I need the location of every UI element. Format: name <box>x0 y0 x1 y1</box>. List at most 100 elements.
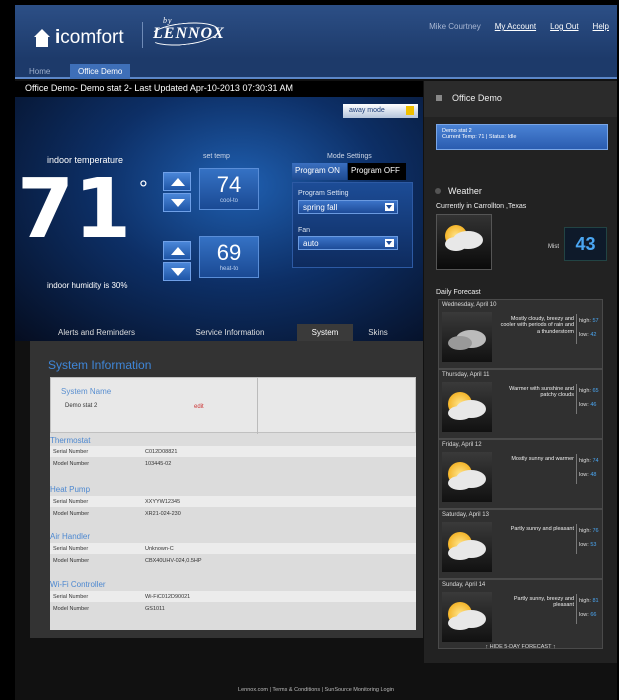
logout-link[interactable]: Log Out <box>550 22 578 31</box>
help-link[interactable]: Help <box>593 22 609 31</box>
hide-forecast-link[interactable]: ↑ HIDE 5-DAY FORECAST ↑ <box>424 644 617 650</box>
row-value: Wi-FiC012D90021 <box>145 594 191 600</box>
tab-home[interactable]: Home <box>21 64 58 79</box>
low-value: 42 <box>590 332 597 338</box>
cool-to-label: cool-to <box>219 198 238 204</box>
cool-down-button[interactable] <box>163 193 191 212</box>
page: i comfort by LENNOX Mike Courtney My Acc… <box>15 5 617 700</box>
stat-current-temp: Current Temp: 71 <box>442 134 485 140</box>
forecast-low: low: 48 <box>579 472 596 478</box>
high-value: 76 <box>592 528 599 534</box>
low-label: low: <box>579 332 589 338</box>
row-key: Serial Number <box>53 499 89 505</box>
system-name-box: System Name Demo stat 2 edit <box>50 377 416 434</box>
indoor-temp-value: 71 <box>17 162 132 257</box>
logo-text: comfort <box>60 27 124 48</box>
bottom-tabs: Alerts and Reminders Service Information… <box>30 324 423 341</box>
forecast-high: high: 76 <box>579 528 599 534</box>
forecast-day-name: Wednesday, April 10 <box>442 302 497 308</box>
high-label: high: <box>579 388 591 394</box>
forecast-day-name: Friday, April 12 <box>442 442 482 448</box>
fan-select[interactable]: auto <box>298 236 398 250</box>
high-value: 65 <box>592 388 599 394</box>
forecast-divider <box>576 524 577 554</box>
cool-to-value: 74 <box>216 172 242 197</box>
forecast-description: Mostly cloudy, breezy and cooler with pe… <box>500 316 574 335</box>
row-value: 103445-02 <box>145 461 172 467</box>
tab-service-info[interactable]: Service Information <box>163 324 297 341</box>
forecast-high: high: 57 <box>579 318 599 324</box>
partly-sunny-icon <box>442 592 492 642</box>
lennox-logo: by LENNOX <box>148 16 225 49</box>
row-key: Model Number <box>53 606 90 612</box>
daily-forecast-title: Daily Forecast <box>436 289 481 296</box>
high-label: high: <box>579 318 591 324</box>
tab-system[interactable]: System <box>297 324 353 341</box>
forecast-day-name: Saturday, April 13 <box>442 512 489 518</box>
row-key: Model Number <box>53 461 90 467</box>
program-setting-select[interactable]: spring fall <box>298 200 398 214</box>
mist-weather-icon <box>436 214 492 270</box>
cool-arrows <box>163 172 193 214</box>
table-row: Model Number GS1011 <box>50 603 416 614</box>
program-off-button[interactable]: Program OFF <box>348 163 406 180</box>
location-title: Office Demo <box>452 93 502 103</box>
low-label: low: <box>579 612 589 618</box>
wifi-controller-heading: Wi-Fi Controller <box>50 580 106 589</box>
forecast-day: Thursday, April 11 Warmer with sunshine a… <box>438 369 603 439</box>
user-name: Mike Courtney <box>429 22 481 31</box>
footer-links[interactable]: Lennox.com | Terms & Conditions | SunSou… <box>15 687 617 693</box>
stat-card[interactable]: Demo stat 2 Current Temp: 71 | Status: I… <box>436 124 608 150</box>
program-on-button[interactable]: Program ON <box>292 163 347 180</box>
forecast-divider <box>576 384 577 414</box>
heat-arrows <box>163 241 193 283</box>
away-mode-label: away mode <box>349 107 385 114</box>
forecast-low: low: 53 <box>579 542 596 548</box>
partly-sunny-icon <box>442 522 492 572</box>
low-value: 48 <box>590 472 597 478</box>
away-mode-button[interactable]: away mode <box>343 104 418 118</box>
low-value: 53 <box>590 542 597 548</box>
table-row: Model Number XR21-024-230 <box>50 508 416 519</box>
forecast-day: Sunday, April 14 Partly sunny, breezy and… <box>438 579 603 649</box>
forecast-divider <box>576 454 577 484</box>
weather-condition: Mist <box>548 244 559 250</box>
high-label: high: <box>579 458 591 464</box>
mode-settings-label: Mode Settings <box>327 153 372 160</box>
status-bar: Office Demo- Demo stat 2- Last Updated A… <box>15 81 423 97</box>
chevron-down-icon <box>385 203 394 211</box>
partly-sunny-icon <box>442 452 492 502</box>
high-value: 81 <box>592 598 599 604</box>
row-key: Serial Number <box>53 546 89 552</box>
system-panel: System Information System Name Demo stat… <box>30 341 423 638</box>
my-account-link[interactable]: My Account <box>495 22 536 31</box>
heat-to-label: heat-to <box>219 266 239 272</box>
thermostat-heading: Thermostat <box>50 436 91 445</box>
cool-up-button[interactable] <box>163 172 191 191</box>
lennox-by: by <box>163 16 173 25</box>
edit-link[interactable]: edit <box>194 404 204 410</box>
icomfort-logo[interactable]: i comfort <box>33 27 124 49</box>
forecast-day: Friday, April 12 Mostly sunny and warmer h… <box>438 439 603 509</box>
partly-sunny-icon <box>442 382 492 432</box>
forecast-day: Wednesday, April 10 Mostly cloudy, breezy… <box>438 299 603 369</box>
high-label: high: <box>579 598 591 604</box>
location-tabs: Home Office Demo <box>15 59 617 79</box>
location-header: Office Demo <box>424 81 617 117</box>
heat-down-button[interactable] <box>163 262 191 281</box>
program-setting-value: spring fall <box>303 203 338 212</box>
mode-settings-panel: Program Setting spring fall Fan auto <box>292 182 413 268</box>
low-label: low: <box>579 472 589 478</box>
table-row: Model Number CBX40UHV-024,0.5HP <box>50 555 416 566</box>
header-divider <box>142 22 143 48</box>
home-icon <box>436 95 442 101</box>
tab-alerts[interactable]: Alerts and Reminders <box>30 324 163 341</box>
fan-label: Fan <box>298 227 311 234</box>
row-key: Serial Number <box>53 594 89 600</box>
forecast-divider <box>576 314 577 344</box>
forecast-description: Partly sunny and pleasant <box>510 526 574 532</box>
tab-skins[interactable]: Skins <box>353 324 403 341</box>
tab-office-demo[interactable]: Office Demo <box>70 64 131 79</box>
heat-up-button[interactable] <box>163 241 191 260</box>
low-label: low: <box>579 402 589 408</box>
